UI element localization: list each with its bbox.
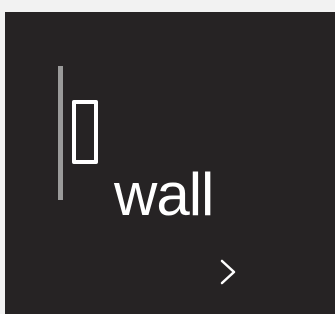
wall-icon — [72, 100, 98, 164]
next-button[interactable] — [213, 257, 243, 287]
chevron-right-icon — [220, 259, 236, 285]
selection-indicator-bar — [58, 66, 63, 200]
display-screen: wall — [5, 12, 335, 314]
mode-label: wall — [114, 161, 214, 228]
